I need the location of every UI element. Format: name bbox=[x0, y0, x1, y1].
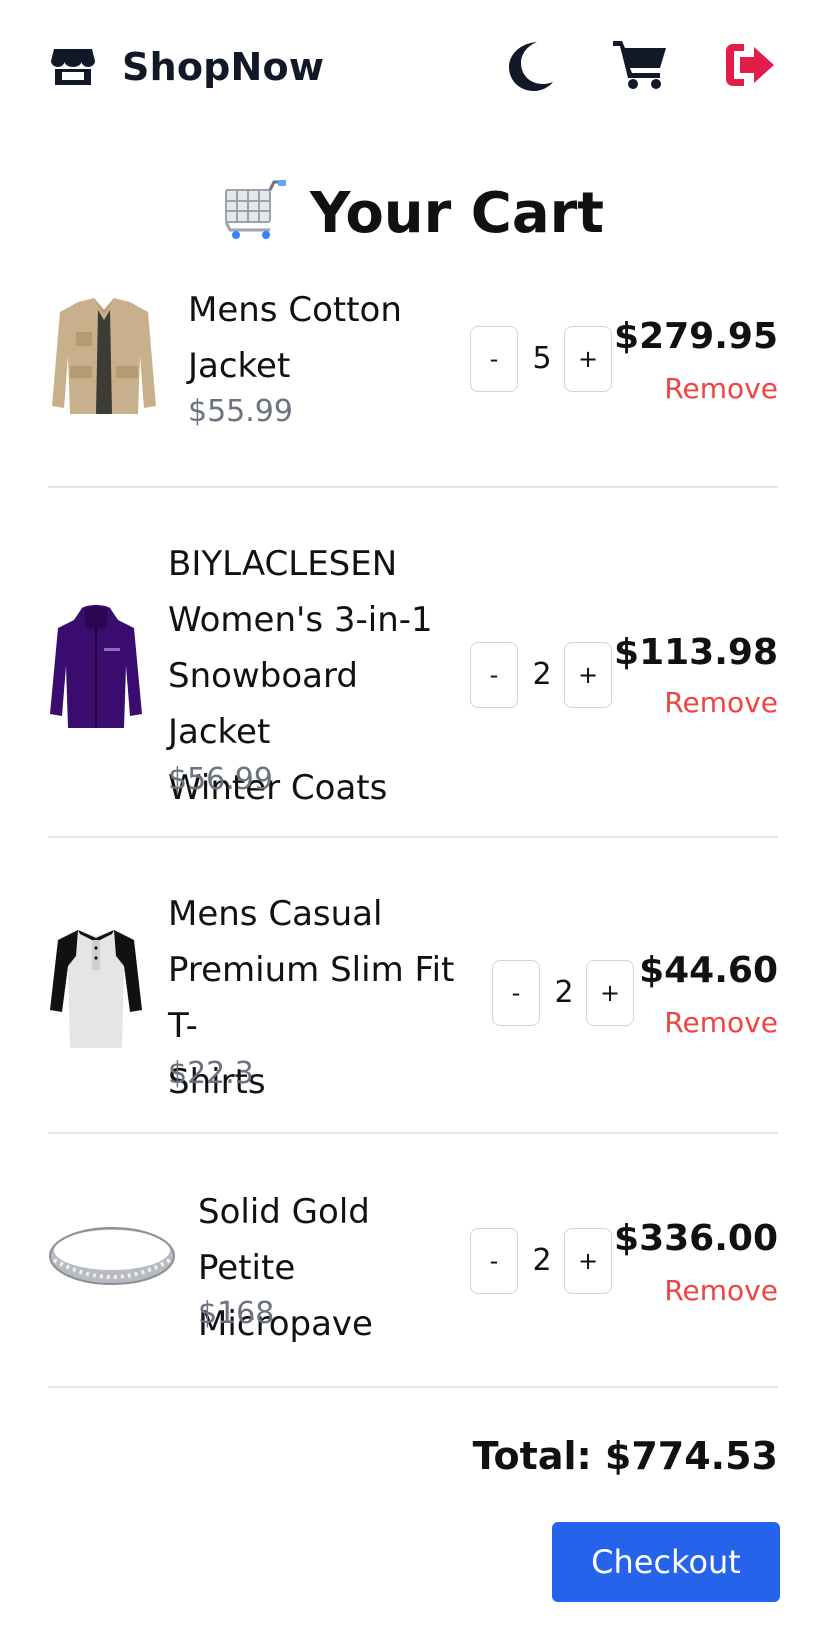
remove-item-button[interactable]: Remove bbox=[664, 1274, 778, 1307]
slim-fit-tshirt-image bbox=[50, 930, 142, 1048]
quantity-value: 5 bbox=[532, 341, 552, 376]
decrease-quantity-button[interactable]: - bbox=[470, 1228, 518, 1294]
item-name[interactable]: Mens Cotton Jacket bbox=[188, 282, 458, 394]
item-divider bbox=[48, 1386, 778, 1388]
decrease-quantity-button[interactable]: - bbox=[470, 642, 518, 708]
increase-quantity-button[interactable]: + bbox=[564, 642, 612, 708]
item-name-line: Mens Casual bbox=[168, 894, 383, 934]
item-name-line: Premium Slim Fit T- bbox=[168, 950, 455, 1046]
page-title: Your Cart bbox=[0, 180, 826, 246]
cart-item-1: Mens Cotton Jacket $55.99 - 5 + $279.95 … bbox=[48, 286, 778, 446]
item-name-line: BIYLACLESEN bbox=[168, 544, 398, 584]
remove-item-button[interactable]: Remove bbox=[664, 1006, 778, 1039]
item-line-total: $336.00 bbox=[614, 1218, 778, 1259]
item-line-total: $279.95 bbox=[614, 316, 778, 357]
item-divider bbox=[48, 486, 778, 488]
logout-icon[interactable] bbox=[724, 42, 776, 88]
cart-item-4: Solid Gold Petite Micropave $168 - 2 + $… bbox=[48, 1188, 778, 1344]
page-title-text: Your Cart bbox=[309, 181, 605, 246]
cart-item-3: Mens Casual Premium Slim Fit T- Shirts $… bbox=[48, 890, 778, 1102]
item-line-total: $113.98 bbox=[614, 632, 778, 673]
store-icon bbox=[51, 49, 95, 85]
item-line-total: $44.60 bbox=[639, 950, 778, 991]
increase-quantity-button[interactable]: + bbox=[586, 960, 634, 1026]
cart-item-2: BIYLACLESEN Women's 3-in-1 Snowboard Jac… bbox=[48, 540, 778, 810]
moon-icon[interactable] bbox=[507, 40, 555, 92]
item-unit-price: $56.99 bbox=[168, 762, 273, 797]
item-unit-price: $168 bbox=[198, 1296, 275, 1331]
gold-micropave-ring-image bbox=[49, 1227, 175, 1285]
item-name-line: Solid Gold Petite bbox=[198, 1192, 370, 1288]
item-divider bbox=[48, 1132, 778, 1134]
increase-quantity-button[interactable]: + bbox=[564, 326, 612, 392]
decrease-quantity-button[interactable]: - bbox=[492, 960, 540, 1026]
remove-item-button[interactable]: Remove bbox=[664, 372, 778, 405]
item-divider bbox=[48, 836, 778, 838]
item-name-line: Jacket bbox=[188, 346, 291, 386]
checkout-button[interactable]: Checkout bbox=[552, 1522, 780, 1602]
quantity-value: 2 bbox=[554, 975, 574, 1010]
item-unit-price: $22.3 bbox=[168, 1056, 254, 1091]
purple-snowboard-jacket-image bbox=[50, 605, 142, 728]
item-name-line: Snowboard Jacket bbox=[168, 656, 358, 752]
item-name-line: Mens Cotton bbox=[188, 290, 402, 330]
item-unit-price: $55.99 bbox=[188, 394, 293, 429]
navbar: ShopNow bbox=[0, 0, 826, 136]
cart-icon[interactable] bbox=[612, 38, 668, 90]
quantity-value: 2 bbox=[532, 657, 552, 692]
remove-item-button[interactable]: Remove bbox=[664, 686, 778, 719]
brand[interactable]: ShopNow bbox=[50, 44, 324, 90]
item-name-line: Women's 3-in-1 bbox=[168, 600, 433, 640]
cotton-jacket-image bbox=[52, 298, 156, 414]
increase-quantity-button[interactable]: + bbox=[564, 1228, 612, 1294]
quantity-value: 2 bbox=[532, 1243, 552, 1278]
decrease-quantity-button[interactable]: - bbox=[470, 326, 518, 392]
brand-name: ShopNow bbox=[122, 45, 325, 89]
shopping-cart-emoji-icon bbox=[224, 180, 286, 239]
cart-total: Total: $774.53 bbox=[472, 1434, 778, 1478]
